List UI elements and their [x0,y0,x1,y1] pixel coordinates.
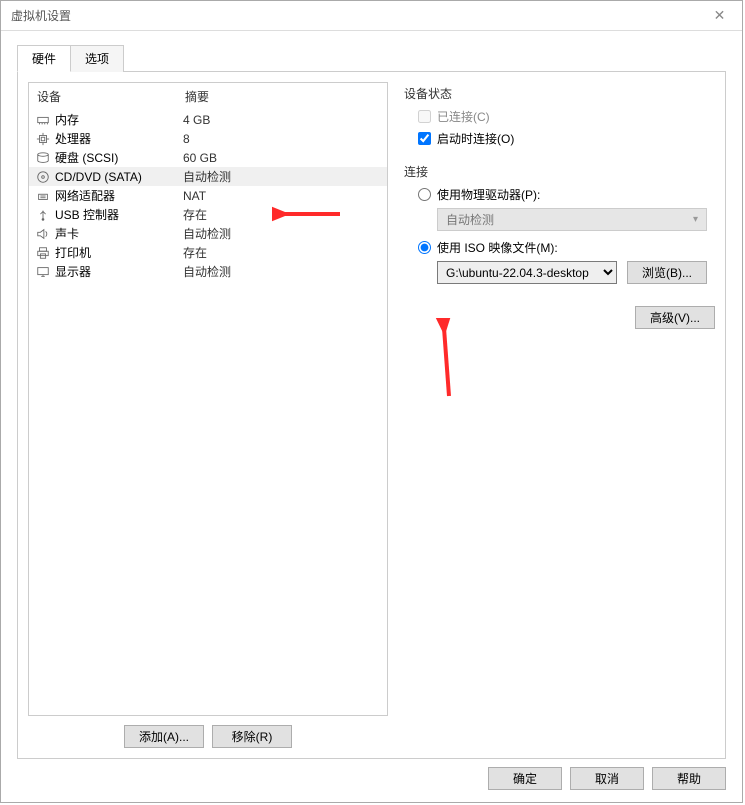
close-button[interactable]: ✕ [697,1,742,30]
physical-drive-radio[interactable]: 使用物理驱动器(P): [418,186,715,203]
usb-icon [35,207,51,223]
net-icon [35,188,51,204]
cpu-icon [35,131,51,147]
physical-drive-value: 自动检测 [446,211,494,228]
right-column: 设备状态 已连接(C) 启动时连接(O) 连接 [404,82,715,748]
device-name: 显示器 [55,263,183,280]
device-row-net[interactable]: 网络适配器NAT [29,186,387,205]
printer-icon [35,245,51,261]
header-device: 设备 [37,88,185,105]
iso-radio-label: 使用 ISO 映像文件(M): [437,239,558,256]
browse-button[interactable]: 浏览(B)... [627,261,707,284]
help-button[interactable]: 帮助 [652,767,726,790]
device-list: 设备 摘要 内存4 GB处理器8硬盘 (SCSI)60 GBCD/DVD (SA… [28,82,388,716]
device-row-sound[interactable]: 声卡自动检测 [29,224,387,243]
device-row-memory[interactable]: 内存4 GB [29,110,387,129]
device-summary: 存在 [183,206,381,223]
iso-radio-input[interactable] [418,241,431,254]
disk-icon [35,150,51,166]
device-row-printer[interactable]: 打印机存在 [29,243,387,262]
device-row-cd[interactable]: CD/DVD (SATA)自动检测 [29,167,387,186]
connected-input [418,110,431,123]
titlebar: 虚拟机设置 ✕ [1,1,742,31]
connected-label: 已连接(C) [437,108,490,125]
device-summary: 8 [183,132,381,146]
device-name: 处理器 [55,130,183,147]
connect-at-poweron-label: 启动时连接(O) [437,130,514,147]
device-summary: 存在 [183,244,381,261]
remove-button[interactable]: 移除(R) [212,725,292,748]
device-name: 打印机 [55,244,183,261]
tab-options[interactable]: 选项 [70,45,124,72]
device-row-display[interactable]: 显示器自动检测 [29,262,387,281]
physical-drive-dropdown: 自动检测 [437,208,707,231]
add-button[interactable]: 添加(A)... [124,725,204,748]
cd-icon [35,169,51,185]
device-row-usb[interactable]: USB 控制器存在 [29,205,387,224]
sound-icon [35,226,51,242]
device-row-disk[interactable]: 硬盘 (SCSI)60 GB [29,148,387,167]
device-name: 内存 [55,111,183,128]
connect-at-poweron-input[interactable] [418,132,431,145]
device-summary: 自动检测 [183,168,381,185]
device-row-cpu[interactable]: 处理器8 [29,129,387,148]
tab-panel-hardware: 设备 摘要 内存4 GB处理器8硬盘 (SCSI)60 GBCD/DVD (SA… [17,71,726,759]
device-name: USB 控制器 [55,206,183,223]
connection-title: 连接 [404,163,715,180]
physical-drive-input[interactable] [418,188,431,201]
device-name: 声卡 [55,225,183,242]
connected-checkbox[interactable]: 已连接(C) [418,108,715,125]
advanced-button[interactable]: 高级(V)... [635,306,715,329]
device-status-title: 设备状态 [404,85,715,102]
footer-buttons: 确定 取消 帮助 [488,767,726,790]
cancel-button[interactable]: 取消 [570,767,644,790]
tab-hardware[interactable]: 硬件 [17,45,71,72]
device-summary: NAT [183,189,381,203]
iso-path-select[interactable]: G:\ubuntu-22.04.3-desktop [437,261,617,284]
connect-at-poweron-checkbox[interactable]: 启动时连接(O) [418,130,715,147]
ok-button[interactable]: 确定 [488,767,562,790]
device-summary: 4 GB [183,113,381,127]
device-summary: 自动检测 [183,263,381,280]
memory-icon [35,112,51,128]
device-name: CD/DVD (SATA) [55,170,183,184]
iso-radio[interactable]: 使用 ISO 映像文件(M): [418,239,715,256]
physical-drive-label: 使用物理驱动器(P): [437,186,540,203]
device-name: 硬盘 (SCSI) [55,149,183,166]
left-column: 设备 摘要 内存4 GB处理器8硬盘 (SCSI)60 GBCD/DVD (SA… [28,82,388,748]
device-summary: 自动检测 [183,225,381,242]
tabs: 硬件 选项 [17,45,726,72]
device-list-header: 设备 摘要 [29,83,387,110]
device-name: 网络适配器 [55,187,183,204]
display-icon [35,264,51,280]
content-area: 硬件 选项 设备 摘要 内存4 GB处理器8硬盘 (SCSI)60 GBCD/D… [1,31,742,769]
header-summary: 摘要 [185,88,379,105]
window-title: 虚拟机设置 [11,7,71,24]
vm-settings-window: 虚拟机设置 ✕ 硬件 选项 设备 摘要 内存4 GB处理器8硬盘 (SCSI)6… [0,0,743,803]
device-summary: 60 GB [183,151,381,165]
